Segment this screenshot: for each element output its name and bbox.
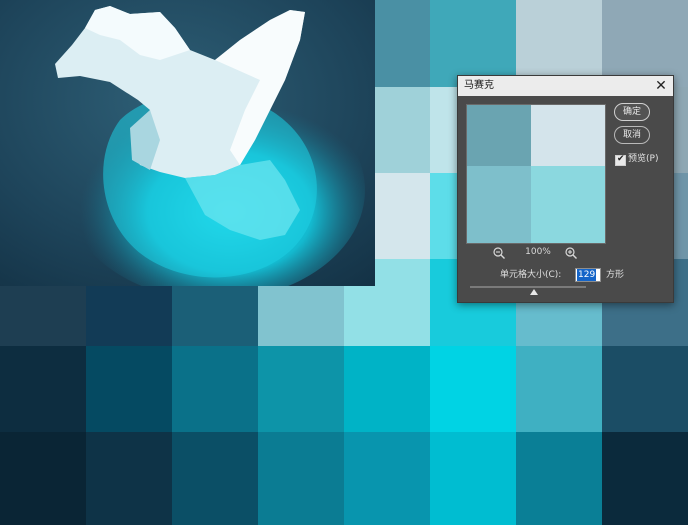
cancel-button[interactable]: 取消 [614,126,650,144]
mosaic-tile [344,432,430,525]
cell-size-value: 129 [577,269,597,281]
mosaic-tile [430,346,516,432]
mosaic-tile [0,346,86,432]
zoom-in-icon[interactable] [564,245,578,259]
cell-size-label: 单元格大小(C): [500,270,562,280]
mosaic-tile [516,432,602,525]
mosaic-tile [344,346,430,432]
dialog-titlebar[interactable]: 马赛克 ✕ [458,76,673,96]
mosaic-tile [516,0,602,87]
zoom-controls: 100% [466,244,606,260]
mosaic-tile [86,346,172,432]
preview-checkbox-label[interactable]: 预览(P) [628,153,658,166]
preview-cell [467,166,531,243]
cell-size-unit: 方形 [606,270,625,280]
preview-cell [467,105,531,166]
mosaic-tile [172,346,258,432]
mosaic-tile [258,432,344,525]
ok-button[interactable]: 确定 [614,103,650,121]
cell-size-input[interactable]: 129 [575,268,601,282]
cell-size-slider[interactable] [470,286,586,288]
mosaic-tile [172,432,258,525]
iceberg-photo [0,0,375,286]
preview-pane[interactable] [466,104,606,244]
mosaic-tile [602,432,688,525]
mosaic-tile [516,346,602,432]
slider-thumb[interactable] [529,289,538,295]
zoom-out-icon[interactable] [492,245,506,259]
preview-cell [531,105,605,166]
checkmark-icon: ✔ [617,154,625,164]
mosaic-tile [602,346,688,432]
mosaic-tile [430,0,516,87]
mosaic-tile [430,432,516,525]
preview-cell [531,166,605,243]
preview-checkbox[interactable]: ✔ [615,154,626,166]
zoom-level: 100% [525,247,551,257]
mosaic-tile [0,432,86,525]
mosaic-tile [86,432,172,525]
mosaic-tile [602,0,688,87]
mosaic-tile [258,346,344,432]
mosaic-dialog: 马赛克 ✕ 100% 确定 取消 ✔ 预览(P) 单元格大小(C): 129 方… [457,75,674,303]
close-icon[interactable]: ✕ [653,76,669,96]
dialog-title: 马赛克 [464,80,494,91]
